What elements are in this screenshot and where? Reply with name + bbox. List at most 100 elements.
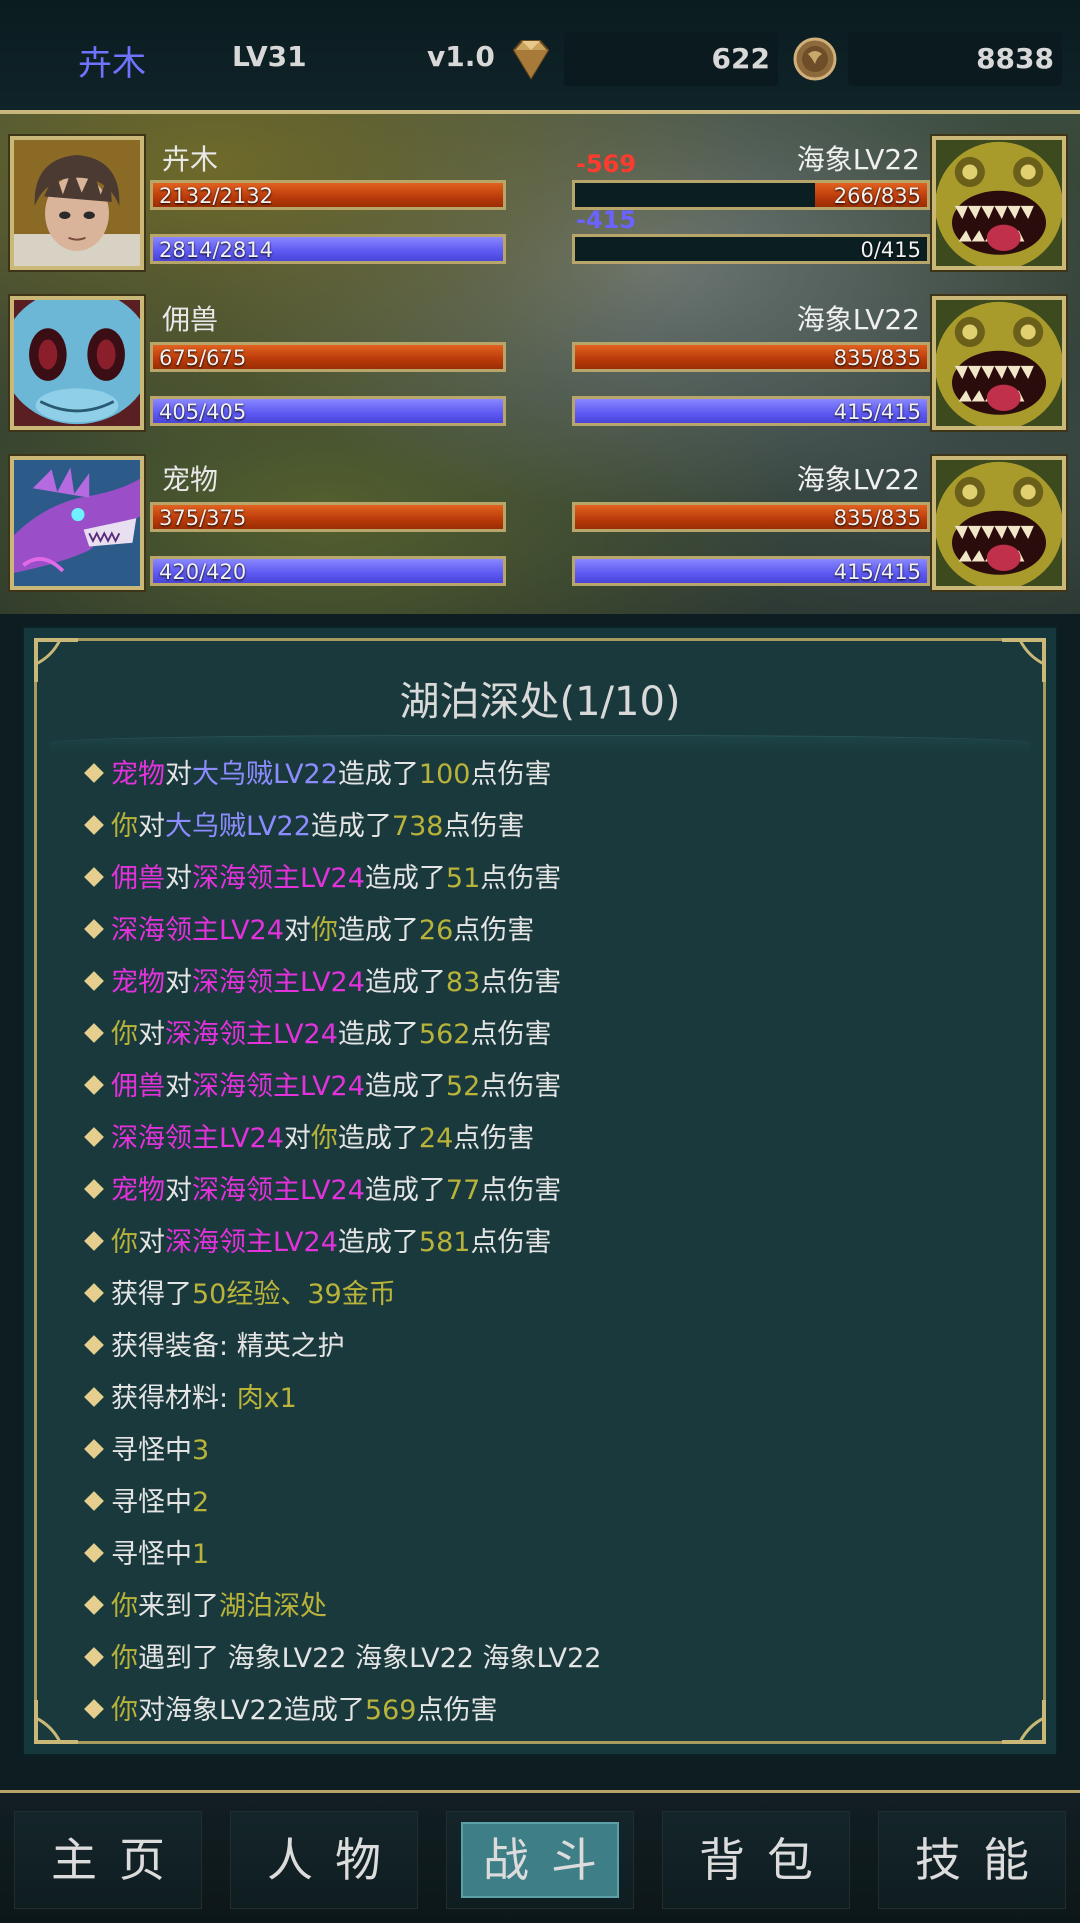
log-entry: 深海领主LV24对你造成了26点伤害 (83, 905, 601, 957)
log-segment: 深海领主LV24 (192, 1175, 365, 1206)
log-segment: 获得装备: (111, 1331, 237, 1362)
log-segment: 造成了 (364, 967, 446, 998)
enemy-2-mp-bar: 415/415 (572, 396, 930, 426)
log-entry: 你对深海领主LV24造成了581点伤害 (83, 1217, 601, 1269)
log-segment: 宠物 (111, 759, 165, 790)
bottom-nav: 主页 人物 战斗 背包 技能 (0, 1790, 1080, 1923)
log-segment: 获得了 (111, 1279, 192, 1310)
log-segment: 造成了 (337, 1227, 419, 1258)
battle-field: 卉木 2132/2132 2814/2814 佣兽 675/675 405/40… (0, 114, 1080, 614)
enemy-1-name: 海象LV22 (796, 143, 920, 176)
purple-dragon-portrait-icon (14, 460, 140, 586)
log-segment: 3 (192, 1435, 210, 1466)
log-segment: 点伤害 (480, 863, 562, 894)
enemy-3-portrait[interactable] (932, 456, 1066, 590)
coin-icon (793, 37, 837, 81)
diamond-bullet-icon (84, 1491, 104, 1511)
enemy-3-hp-text: 835/835 (833, 506, 921, 530)
diamond-bullet-icon (84, 1543, 104, 1563)
log-segment: 深海领主LV24 (192, 967, 365, 998)
pet-portrait[interactable] (10, 456, 144, 590)
coin-amount: 8838 (976, 42, 1054, 75)
battle-log-list: 宠物对大乌贼LV22造成了100点伤害 你对大乌贼LV22造成了738点伤害 佣兽对… (83, 749, 601, 1737)
game-version: v1.0 (427, 40, 495, 73)
hero-boy-portrait-icon (14, 140, 140, 266)
blue-fish-creature-portrait-icon (14, 300, 140, 426)
diamond-bullet-icon (84, 1699, 104, 1719)
log-segment: 24 (418, 1123, 454, 1154)
log-segment: 对 (283, 1123, 311, 1154)
ally-2-hp-text: 675/675 (159, 346, 247, 370)
log-segment: 获得材料: (111, 1383, 237, 1414)
ally-2-mp-bar: 405/405 (150, 396, 506, 426)
diamond-bullet-icon (84, 1283, 104, 1303)
hero-portrait[interactable] (10, 136, 144, 270)
ally-1-name: 卉木 (162, 143, 219, 176)
gem-amount: 622 (711, 42, 770, 75)
yellow-toothed-monster-portrait-icon (936, 300, 1062, 426)
log-segment: 深海领主LV24 (165, 1019, 338, 1050)
nav-tab-label: 主页 (51, 1833, 187, 1887)
nav-tab-skills[interactable]: 技能 (878, 1811, 1066, 1909)
battle-log-frame[interactable]: 湖泊深处(1/10) 宠物对大乌贼LV22造成了100点伤害 你对大乌贼LV22造… (34, 638, 1046, 1744)
enemy-1-portrait[interactable] (932, 136, 1066, 270)
ally-2-name: 佣兽 (162, 303, 219, 336)
nav-tab-battle[interactable]: 战斗 (446, 1811, 634, 1909)
log-segment: 569 (364, 1695, 417, 1726)
nav-tab-label: 人物 (267, 1833, 403, 1887)
enemy-2-portrait[interactable] (932, 296, 1066, 430)
diamond-bullet-icon (84, 971, 104, 991)
log-segment: 宠物 (111, 967, 165, 998)
log-segment: 对 (138, 1019, 165, 1050)
enemy-2-hp-bar: 835/835 (572, 342, 930, 372)
log-segment: 造成了 (364, 1071, 446, 1102)
battle-log-panel: 湖泊深处(1/10) 宠物对大乌贼LV22造成了100点伤害 你对大乌贼LV22造… (22, 626, 1058, 1756)
nav-tab-character[interactable]: 人物 (230, 1811, 418, 1909)
log-segment: 点伤害 (416, 1695, 498, 1726)
ally-3-hp-text: 375/375 (159, 506, 247, 530)
log-segment: 你 (111, 1591, 138, 1622)
log-segment: 对 (165, 1071, 192, 1102)
log-segment: 你 (111, 1019, 138, 1050)
nav-tab-label: 技能 (915, 1833, 1051, 1887)
coin-counter: 8838 (848, 32, 1062, 86)
log-segment: 宠物 (111, 1175, 165, 1206)
log-segment: 对 (138, 811, 165, 842)
log-segment: 造成了 (337, 1123, 419, 1154)
log-entry: 寻怪中2 (83, 1477, 601, 1529)
log-entry: 你对海象LV22造成了569点伤害 (83, 1685, 601, 1737)
diamond-bullet-icon (84, 763, 104, 783)
ally-1-mp-bar: 2814/2814 (150, 234, 506, 264)
pet-beast-portrait[interactable] (10, 296, 144, 430)
enemy-1-hp-bar: 266/835 (572, 180, 930, 210)
diamond-bullet-icon (84, 1387, 104, 1407)
yellow-toothed-monster-portrait-icon (936, 140, 1062, 266)
diamond-bullet-icon (84, 1023, 104, 1043)
nav-tab-bag[interactable]: 背包 (662, 1811, 850, 1909)
log-entry: 佣兽对深海领主LV24造成了51点伤害 (83, 853, 601, 905)
ally-2-mp-text: 405/405 (159, 400, 247, 424)
top-status-bar: 卉木 LV31 v1.0 622 8838 (0, 0, 1080, 114)
log-segment: 1 (192, 1539, 210, 1570)
log-segment: 对 (283, 915, 311, 946)
log-segment: 深海领主LV24 (165, 1227, 338, 1258)
diamond-bullet-icon (84, 1179, 104, 1199)
ally-3-mp-bar: 420/420 (150, 556, 506, 586)
enemy-2-hp-text: 835/835 (833, 346, 921, 370)
enemy-2-name: 海象LV22 (796, 303, 920, 336)
log-entry: 寻怪中3 (83, 1425, 601, 1477)
corner-ornament-icon (34, 1700, 78, 1744)
ally-3-name: 宠物 (162, 463, 219, 496)
log-entry: 佣兽对深海领主LV24造成了52点伤害 (83, 1061, 601, 1113)
log-entry: 深海领主LV24对你造成了24点伤害 (83, 1113, 601, 1165)
enemy-3-hp-bar: 835/835 (572, 502, 930, 532)
log-entry: 宠物对深海领主LV24造成了77点伤害 (83, 1165, 601, 1217)
log-segment: 83 (445, 967, 481, 998)
enemy-2-mp-text: 415/415 (833, 400, 921, 424)
log-segment: 深海领主LV24 (111, 1123, 284, 1154)
nav-tab-home[interactable]: 主页 (14, 1811, 202, 1909)
log-segment: 佣兽 (111, 1071, 165, 1102)
log-segment: 深海领主LV24 (192, 1071, 365, 1102)
enemy-3-mp-text: 415/415 (833, 560, 921, 584)
log-entry: 获得了50经验、39金币 (83, 1269, 601, 1321)
